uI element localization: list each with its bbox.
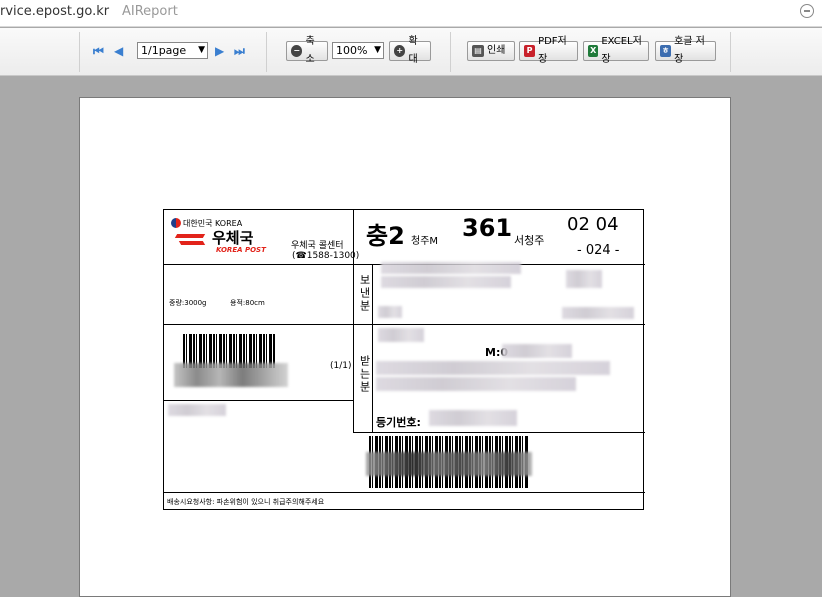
zoom-in-label: 확대	[408, 36, 418, 65]
sender-phone-redacted	[562, 307, 634, 319]
divider-vertical	[353, 210, 354, 432]
volume-text: 용적:80cm	[230, 299, 265, 307]
chevron-down-icon: ▼	[198, 45, 205, 55]
sender-label: 보낸분	[358, 274, 371, 313]
hangul-icon: ㅎ	[660, 45, 672, 57]
receiver-phone-redacted	[502, 344, 572, 358]
zoom-out-icon[interactable]	[800, 4, 814, 18]
pdf-save-button[interactable]: P PDF저장	[519, 36, 578, 65]
excel-save-button[interactable]: X EXCEL저장	[583, 36, 649, 65]
toolbar-separator	[79, 32, 80, 72]
divider-horizontal	[164, 492, 645, 493]
shipping-label: 대한민국 KOREA 우체국 KOREA POST 우체국 콜센터 (☎1588…	[163, 209, 645, 510]
registration-barcode-redacted	[366, 452, 532, 476]
sort-code-primary: 충2	[366, 222, 405, 250]
divider-horizontal	[353, 432, 645, 433]
toolbar-separator	[730, 32, 731, 72]
pdf-icon: P	[524, 45, 536, 57]
first-page-button[interactable]: ⏮	[93, 44, 104, 58]
call-center-text: 우체국 콜센터	[291, 241, 344, 251]
toolbar-separator	[450, 32, 451, 72]
zoom-out-label: 축소	[305, 36, 315, 65]
url-text: rvice.epost.go.kr	[0, 4, 110, 19]
sender-name-redacted	[381, 262, 521, 274]
zoom-select[interactable]: 100% ▼	[332, 42, 384, 59]
chevron-down-icon: ▼	[374, 45, 381, 55]
zoom-out-button[interactable]: − 축소	[286, 36, 328, 65]
excel-save-label: EXCEL저장	[601, 36, 642, 65]
toolbar-separator	[266, 32, 267, 72]
package-count: (1/1)	[330, 361, 352, 371]
browser-titlebar: rvice.epost.go.kr AIReport	[0, 0, 822, 27]
sender-extra-redacted	[378, 306, 402, 318]
sort-code-route: - 024 -	[577, 243, 620, 258]
brand-en-text: KOREA POST	[216, 246, 266, 254]
print-button[interactable]: ▤ 인쇄	[467, 41, 515, 61]
divider-horizontal	[164, 400, 353, 401]
zoom-in-button[interactable]: + 확대	[389, 36, 431, 65]
phone-text: (☎1588-1300)	[292, 251, 360, 261]
page-select[interactable]: 1/1page ▼	[137, 42, 208, 59]
hangul-save-label: 호글 저장	[674, 36, 705, 65]
sender-code-redacted	[566, 270, 602, 288]
report-toolbar: ⏮ ◀ 1/1page ▼ ▶ ⏭ − 축소 100% ▼ + 확대 ▤ 인쇄 …	[0, 28, 822, 76]
delivery-note: 배송시요청사항: 파손위험이 있으니 취급주의해주세요	[167, 498, 325, 506]
next-page-button[interactable]: ▶	[215, 44, 224, 58]
receiver-name-redacted	[378, 328, 424, 342]
weight-text: 중량:3000g	[169, 299, 207, 307]
pdf-save-label: PDF저장	[538, 36, 567, 65]
zoom-select-value: 100%	[336, 44, 368, 57]
excel-icon: X	[588, 45, 599, 57]
printer-icon: ▤	[472, 45, 484, 57]
minus-icon: −	[291, 45, 303, 57]
print-label: 인쇄	[487, 45, 506, 56]
taegeuk-icon	[171, 218, 181, 228]
registration-label: 등기번호:	[376, 416, 421, 429]
hangul-save-button[interactable]: ㅎ 호글 저장	[655, 36, 716, 65]
note-redacted	[168, 404, 226, 416]
divider-vertical	[372, 264, 373, 432]
receiver-address-redacted	[376, 361, 610, 375]
divider-horizontal	[164, 324, 645, 325]
post-logo-icon	[174, 231, 206, 249]
sort-sub-primary: 청주M	[411, 236, 439, 247]
prev-page-button[interactable]: ◀	[114, 44, 123, 58]
last-page-button[interactable]: ⏭	[234, 44, 245, 58]
sort-code-secondary: 361	[462, 214, 513, 242]
registration-number-redacted	[429, 410, 517, 426]
receiver-label: 받는분	[358, 355, 371, 394]
sort-sub-secondary: 서청주	[514, 234, 545, 247]
plus-icon: +	[394, 45, 406, 57]
tracking-number-redacted	[174, 363, 288, 387]
sender-address-redacted	[381, 276, 511, 288]
brand-kr-text: 우체국	[212, 229, 254, 247]
receiver-address-detail-redacted	[376, 377, 576, 391]
app-name: AIReport	[122, 4, 178, 19]
page-select-value: 1/1page	[141, 44, 187, 57]
sort-code-delivery: 02 04	[567, 214, 619, 235]
